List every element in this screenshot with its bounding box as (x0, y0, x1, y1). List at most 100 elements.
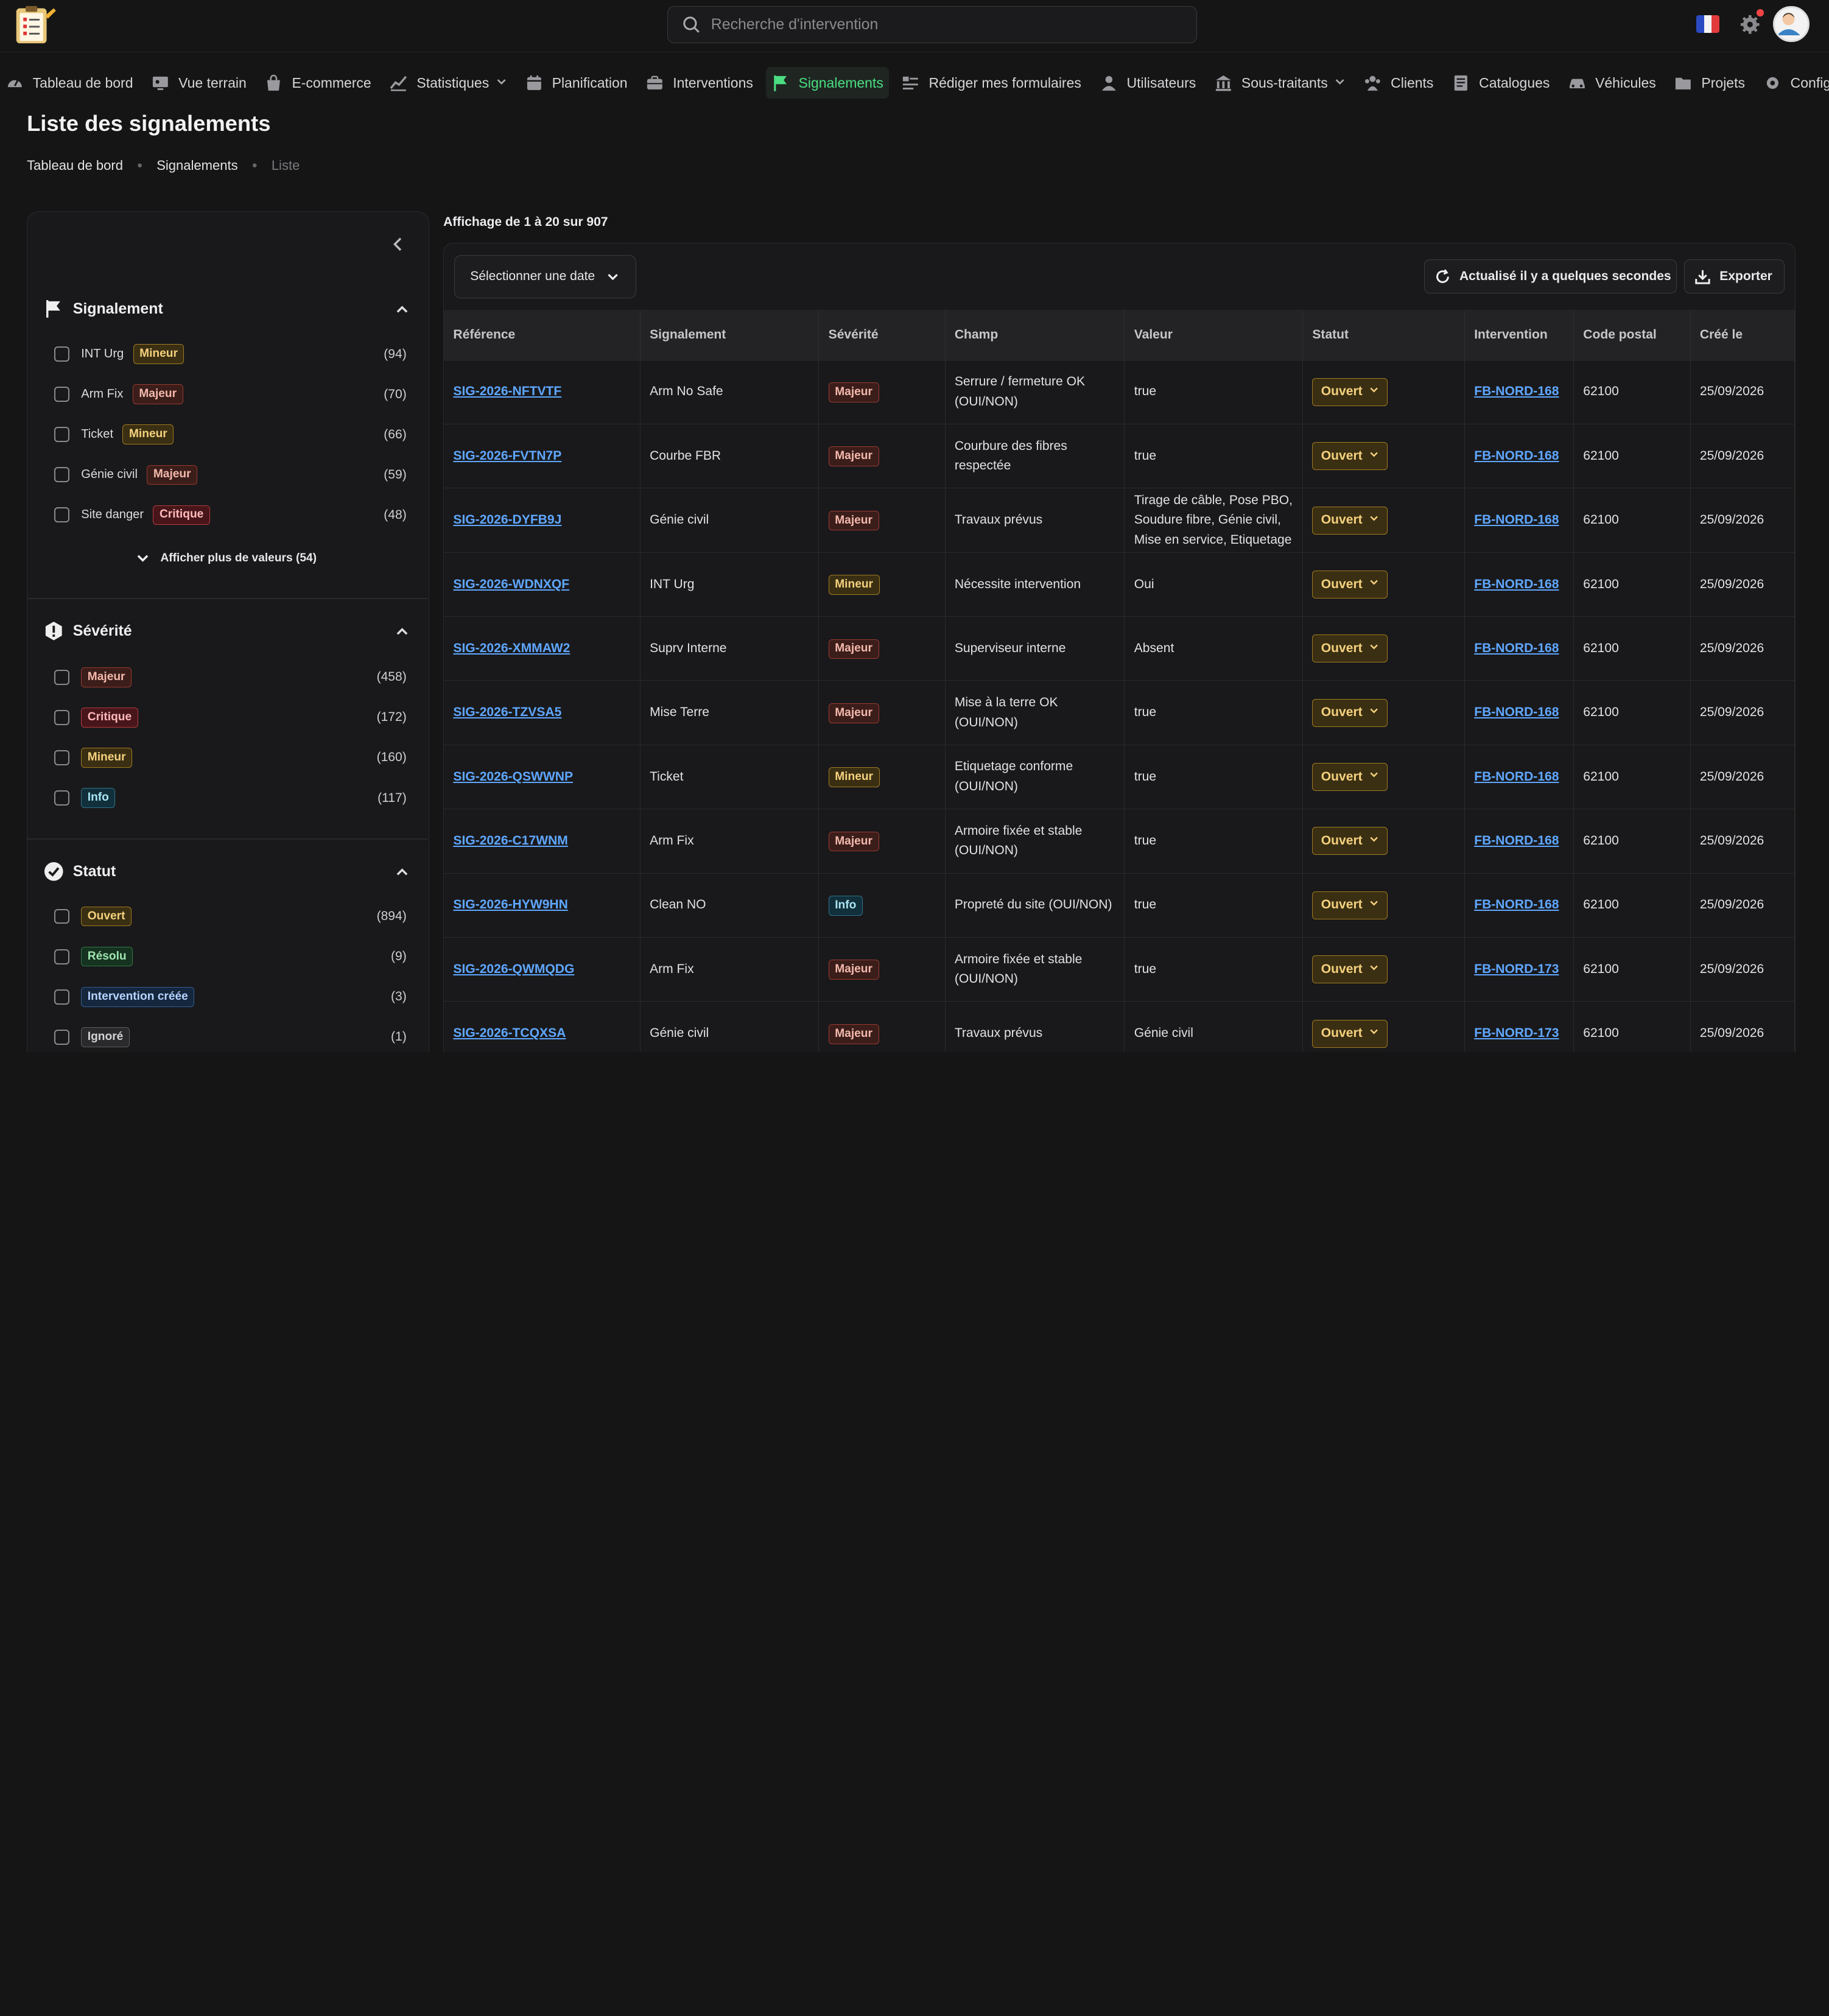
nav-item-statistiques[interactable]: Statistiques (384, 67, 513, 99)
column-header-signalement[interactable]: Signalement (640, 309, 820, 360)
status-dropdown[interactable]: Ouvert (1312, 378, 1388, 406)
table-row[interactable]: SIG-2026-QWMQDG Arm Fix Majeur Armoire fixé… (444, 936, 1795, 1002)
column-header-intervention[interactable]: Intervention (1464, 309, 1574, 360)
filter-checkbox[interactable] (54, 467, 70, 483)
collapse-sidebar-button[interactable] (387, 233, 410, 256)
filter-option[interactable]: Intervention créée (3) (54, 985, 407, 1008)
reference-link[interactable]: SIG-2026-TZVSA5 (453, 705, 561, 719)
filter-option[interactable]: Info (117) (54, 786, 407, 809)
filter-option[interactable]: Majeur (458) (54, 666, 407, 689)
status-dropdown[interactable]: Ouvert (1312, 698, 1388, 727)
filter-checkbox[interactable] (54, 669, 70, 685)
search-input[interactable] (711, 15, 1178, 33)
reference-link[interactable]: SIG-2026-WDNXQF (453, 577, 569, 591)
column-header-statut[interactable]: Statut (1302, 309, 1465, 360)
language-flag-icon[interactable] (1696, 15, 1720, 33)
filter-option[interactable]: Ignoré (1) (54, 1025, 407, 1048)
intervention-link[interactable]: FB-NORD-168 (1474, 449, 1559, 463)
filter-checkbox[interactable] (54, 387, 70, 402)
filter-option[interactable]: Critique (172) (54, 706, 407, 729)
nav-item-utilisateurs[interactable]: Utilisateurs (1094, 67, 1202, 99)
filter-checkbox[interactable] (54, 427, 70, 443)
intervention-link[interactable]: FB-NORD-168 (1474, 897, 1559, 911)
reference-link[interactable]: SIG-2026-C17WNM (453, 834, 567, 848)
intervention-link[interactable]: FB-NORD-173 (1474, 1026, 1559, 1040)
status-dropdown[interactable]: Ouvert (1312, 634, 1388, 663)
filter-checkbox[interactable] (54, 949, 70, 964)
date-picker-button[interactable]: Sélectionner une date (454, 255, 637, 298)
intervention-link[interactable]: FB-NORD-168 (1474, 384, 1559, 398)
nav-item-vue-terrain[interactable]: Vue terrain (146, 67, 253, 99)
reference-link[interactable]: SIG-2026-DYFB9J (453, 513, 561, 527)
filter-checkbox[interactable] (54, 346, 70, 362)
filter-section-signalement[interactable]: Signalement (44, 299, 163, 319)
filter-option[interactable]: Génie civil Majeur (59) (54, 463, 407, 486)
filter-option[interactable]: Ouvert (894) (54, 905, 407, 928)
column-header-cree-le[interactable]: Créé le (1690, 309, 1795, 360)
filter-checkbox[interactable] (54, 507, 70, 523)
column-header-severite[interactable]: Sévérité (818, 309, 946, 360)
filter-option[interactable]: Ticket Mineur (66) (54, 423, 407, 446)
column-header-valeur[interactable]: Valeur (1124, 309, 1304, 360)
filter-checkbox[interactable] (54, 908, 70, 924)
filter-section-severite[interactable]: Sévérité (44, 621, 132, 641)
chevron-up-icon[interactable] (395, 303, 409, 317)
user-avatar[interactable] (1773, 5, 1810, 42)
filter-option[interactable]: Arm Fix Majeur (70) (54, 382, 407, 406)
nav-item-tableau-de-bord[interactable]: Tableau de bord (0, 67, 139, 99)
app-logo[interactable] (13, 4, 57, 46)
status-dropdown[interactable]: Ouvert (1312, 570, 1388, 599)
table-row[interactable]: SIG-2026-XMMAW2 Suprv Interne Majeur Superv… (444, 616, 1795, 681)
filter-option[interactable]: Mineur (160) (54, 746, 407, 769)
filter-checkbox[interactable] (54, 750, 70, 765)
reference-link[interactable]: SIG-2026-NFTVTF (453, 384, 561, 398)
filter-option[interactable]: INT Urg Mineur (94) (54, 342, 407, 365)
settings-gear-icon[interactable] (1739, 14, 1760, 35)
status-dropdown[interactable]: Ouvert (1312, 1019, 1388, 1048)
breadcrumb-signalements[interactable]: Signalements (156, 158, 237, 174)
table-row[interactable]: SIG-2026-NFTVTF Arm No Safe Majeur Serrure … (444, 359, 1795, 424)
nav-item-signalements[interactable]: Signalements (765, 67, 890, 99)
nav-item-interventions[interactable]: Interventions (641, 67, 759, 99)
nav-item-e-commerce[interactable]: E-commerce (259, 67, 377, 99)
filter-checkbox[interactable] (54, 709, 70, 725)
filter-option[interactable]: Site danger Critique (48) (54, 504, 407, 527)
status-dropdown[interactable]: Ouvert (1312, 442, 1388, 471)
status-dropdown[interactable]: Ouvert (1312, 891, 1388, 919)
intervention-link[interactable]: FB-NORD-173 (1474, 962, 1559, 976)
chevron-up-icon[interactable] (395, 625, 409, 639)
nav-item-planification[interactable]: Planification (519, 67, 633, 99)
intervention-link[interactable]: FB-NORD-168 (1474, 770, 1559, 784)
column-header-reference[interactable]: Référence (444, 309, 641, 360)
nav-item-vehicules[interactable]: Véhicules (1562, 67, 1662, 99)
show-more-button[interactable]: Afficher plus de valeurs (54) (136, 551, 317, 565)
reference-link[interactable]: SIG-2026-QWMQDG (453, 962, 574, 976)
breadcrumb-dashboard[interactable]: Tableau de bord (27, 158, 123, 174)
nav-item-projets[interactable]: Projets (1669, 67, 1751, 99)
table-row[interactable]: SIG-2026-C17WNM Arm Fix Majeur Armoire fixé… (444, 809, 1795, 874)
filter-checkbox[interactable] (54, 1029, 70, 1045)
filter-checkbox[interactable] (54, 790, 70, 806)
status-dropdown[interactable]: Ouvert (1312, 955, 1388, 984)
status-dropdown[interactable]: Ouvert (1312, 827, 1388, 855)
filter-section-statut[interactable]: Statut (44, 862, 116, 882)
intervention-link[interactable]: FB-NORD-168 (1474, 577, 1559, 591)
nav-item-rediger-mes-formulaires[interactable]: Rédiger mes formulaires (896, 67, 1087, 99)
nav-item-catalogues[interactable]: Catalogues (1446, 67, 1555, 99)
column-header-code-postal[interactable]: Code postal (1573, 309, 1691, 360)
intervention-link[interactable]: FB-NORD-168 (1474, 705, 1559, 719)
reference-link[interactable]: SIG-2026-HYW9HN (453, 897, 567, 911)
refresh-button[interactable]: Actualisé il y a quelques secondes (1424, 259, 1677, 293)
table-row[interactable]: SIG-2026-TZVSA5 Mise Terre Majeur Mise à la… (444, 680, 1795, 745)
reference-link[interactable]: SIG-2026-QSWWNP (453, 770, 573, 784)
export-button[interactable]: Exporter (1683, 259, 1785, 293)
filter-option[interactable]: Résolu (9) (54, 945, 407, 968)
intervention-link[interactable]: FB-NORD-168 (1474, 834, 1559, 848)
chevron-up-icon[interactable] (395, 865, 409, 879)
table-row[interactable]: SIG-2026-DYFB9J Génie civil Majeur Travaux … (444, 488, 1795, 553)
reference-link[interactable]: SIG-2026-FVTN7P (453, 449, 561, 463)
reference-link[interactable]: SIG-2026-TCQXSA (453, 1026, 566, 1040)
table-row[interactable]: SIG-2026-QSWWNP Ticket Mineur Etiquetage co… (444, 744, 1795, 809)
table-row[interactable]: SIG-2026-TCQXSA Génie civil Majeur Travaux … (444, 1001, 1795, 1053)
table-row[interactable]: SIG-2026-HYW9HN Clean NO Info Propreté du s… (444, 873, 1795, 938)
